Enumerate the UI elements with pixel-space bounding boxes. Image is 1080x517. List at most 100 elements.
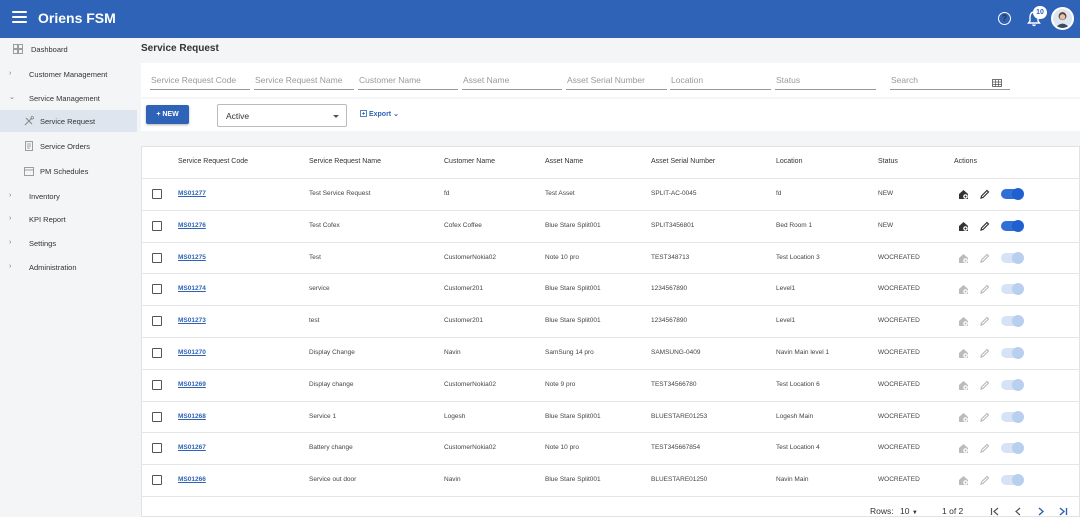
sidebar-item-kpi-report[interactable]: › KPI Report (0, 208, 137, 230)
column-header[interactable]: Customer Name (444, 158, 495, 165)
row-checkbox[interactable] (152, 316, 162, 327)
sidebar-item-label: Service Management (29, 94, 100, 103)
edit-icon[interactable] (979, 221, 990, 232)
last-page-icon[interactable] (1058, 507, 1068, 516)
active-toggle[interactable] (1001, 346, 1024, 359)
next-page-icon[interactable] (1037, 507, 1045, 516)
active-toggle[interactable] (1001, 283, 1024, 296)
row-checkbox[interactable] (152, 475, 162, 486)
active-toggle[interactable] (1001, 410, 1024, 423)
avatar[interactable] (1051, 7, 1074, 30)
filter-status-input[interactable]: Status (775, 72, 876, 90)
row-customer: CustomerNokia02 (444, 444, 497, 452)
row-code-link[interactable]: MS01270 (178, 349, 206, 356)
rows-per-page-select[interactable]: 10 ▼ (900, 506, 918, 516)
new-button[interactable]: + NEW (146, 105, 189, 124)
active-toggle[interactable] (1001, 315, 1024, 328)
sidebar-item-administration[interactable]: › Administration (0, 256, 137, 278)
active-toggle[interactable] (1001, 378, 1024, 391)
row-location: Level1 (776, 317, 796, 325)
sidebar-item-label: Inventory (29, 192, 60, 201)
row-checkbox[interactable] (152, 443, 162, 454)
sidebar-item-dashboard[interactable]: Dashboard (0, 38, 137, 60)
export-button[interactable]: Export ⌄ (360, 110, 399, 118)
row-checkbox[interactable] (152, 411, 162, 422)
row-asset: Note 9 pro (545, 380, 576, 388)
row-name: Display change (309, 380, 354, 388)
create-work-order-icon[interactable] (958, 189, 969, 200)
first-page-icon[interactable] (990, 507, 1000, 516)
menu-icon[interactable] (12, 11, 27, 23)
row-location: Test Location 3 (776, 253, 820, 261)
active-toggle[interactable] (1001, 251, 1024, 264)
column-header[interactable]: Service Request Code (178, 158, 248, 165)
toggle-knob (1012, 346, 1024, 359)
sidebar-item-inventory[interactable]: › Inventory (0, 185, 137, 207)
toggle-knob (1012, 315, 1024, 328)
row-status: WOCREATED (878, 380, 920, 388)
column-header[interactable]: Asset Name (545, 158, 583, 165)
sidebar-item-settings[interactable]: › Settings (0, 232, 137, 254)
row-checkbox[interactable] (152, 284, 162, 295)
row-asset: Test Asset (545, 189, 575, 197)
row-checkbox[interactable] (152, 379, 162, 390)
row-code-link[interactable]: MS01277 (178, 190, 206, 197)
row-code-link[interactable]: MS01276 (178, 222, 206, 229)
sidebar-item-service-management[interactable]: ⌄ Service Management (0, 87, 137, 109)
sidebar-item-label: Customer Management (29, 70, 108, 79)
column-header[interactable]: Service Request Name (309, 158, 381, 165)
row-divider (141, 178, 1080, 179)
create-work-order-icon[interactable] (958, 221, 969, 232)
edit-icon[interactable] (979, 189, 990, 200)
row-code-link[interactable]: MS01275 (178, 254, 206, 261)
filter-asset-input[interactable]: Asset Name (462, 72, 562, 90)
filter-name-input[interactable]: Service Request Name (254, 72, 354, 90)
filter-serial-input[interactable]: Asset Serial Number (566, 72, 667, 90)
row-name: Battery change (309, 444, 353, 452)
tools-icon (24, 116, 34, 126)
filter-code-input[interactable]: Service Request Code (150, 72, 250, 90)
row-code-link[interactable]: MS01266 (178, 476, 206, 483)
active-toggle[interactable] (1001, 474, 1024, 487)
row-checkbox[interactable] (152, 252, 162, 263)
row-customer: Customer201 (444, 317, 484, 325)
active-toggle[interactable] (1001, 187, 1024, 200)
sidebar-item-service-orders[interactable]: Service Orders (0, 135, 137, 157)
filter-customer-input[interactable]: Customer Name (358, 72, 458, 90)
column-header[interactable]: Asset Serial Number (651, 158, 715, 165)
grid-view-icon[interactable] (992, 79, 1002, 87)
column-header[interactable]: Status (878, 158, 898, 165)
export-icon (360, 110, 367, 117)
filter-location-input[interactable]: Location (670, 72, 771, 90)
row-code-link[interactable]: MS01269 (178, 381, 206, 388)
row-status: WOCREATED (878, 444, 920, 452)
row-location: Test Location 6 (776, 380, 820, 388)
sidebar-item-label: Settings (29, 239, 57, 248)
row-code-link[interactable]: MS01268 (178, 413, 206, 420)
row-code-link[interactable]: MS01267 (178, 444, 206, 451)
sidebar-item-customer-management[interactable]: › Customer Management (0, 63, 137, 85)
status-select[interactable]: Active (217, 104, 347, 127)
row-name: Test (309, 253, 321, 261)
help-icon[interactable]: ? (998, 12, 1011, 25)
chevron-right-icon: › (9, 239, 12, 246)
active-toggle[interactable] (1001, 442, 1024, 455)
row-checkbox[interactable] (152, 220, 162, 231)
column-header[interactable]: Location (776, 158, 802, 165)
row-checkbox[interactable] (152, 188, 162, 199)
previous-page-icon[interactable] (1014, 507, 1022, 516)
row-status: WOCREATED (878, 317, 920, 325)
row-code-link[interactable]: MS01274 (178, 285, 206, 292)
chevron-right-icon: › (9, 215, 12, 222)
sidebar-item-pm-schedules[interactable]: PM Schedules (0, 160, 137, 182)
row-location: Test Location 4 (776, 444, 820, 452)
row-asset: Note 10 pro (545, 253, 579, 261)
row-checkbox[interactable] (152, 347, 162, 358)
active-toggle[interactable] (1001, 219, 1024, 232)
row-code-link[interactable]: MS01273 (178, 317, 206, 324)
chevron-down-icon: ⌄ (9, 94, 15, 101)
row-divider (141, 432, 1080, 434)
create-work-order-icon (959, 380, 968, 390)
row-location: Bed Room 1 (776, 221, 813, 229)
sidebar-item-service-request[interactable]: Service Request (0, 110, 137, 132)
